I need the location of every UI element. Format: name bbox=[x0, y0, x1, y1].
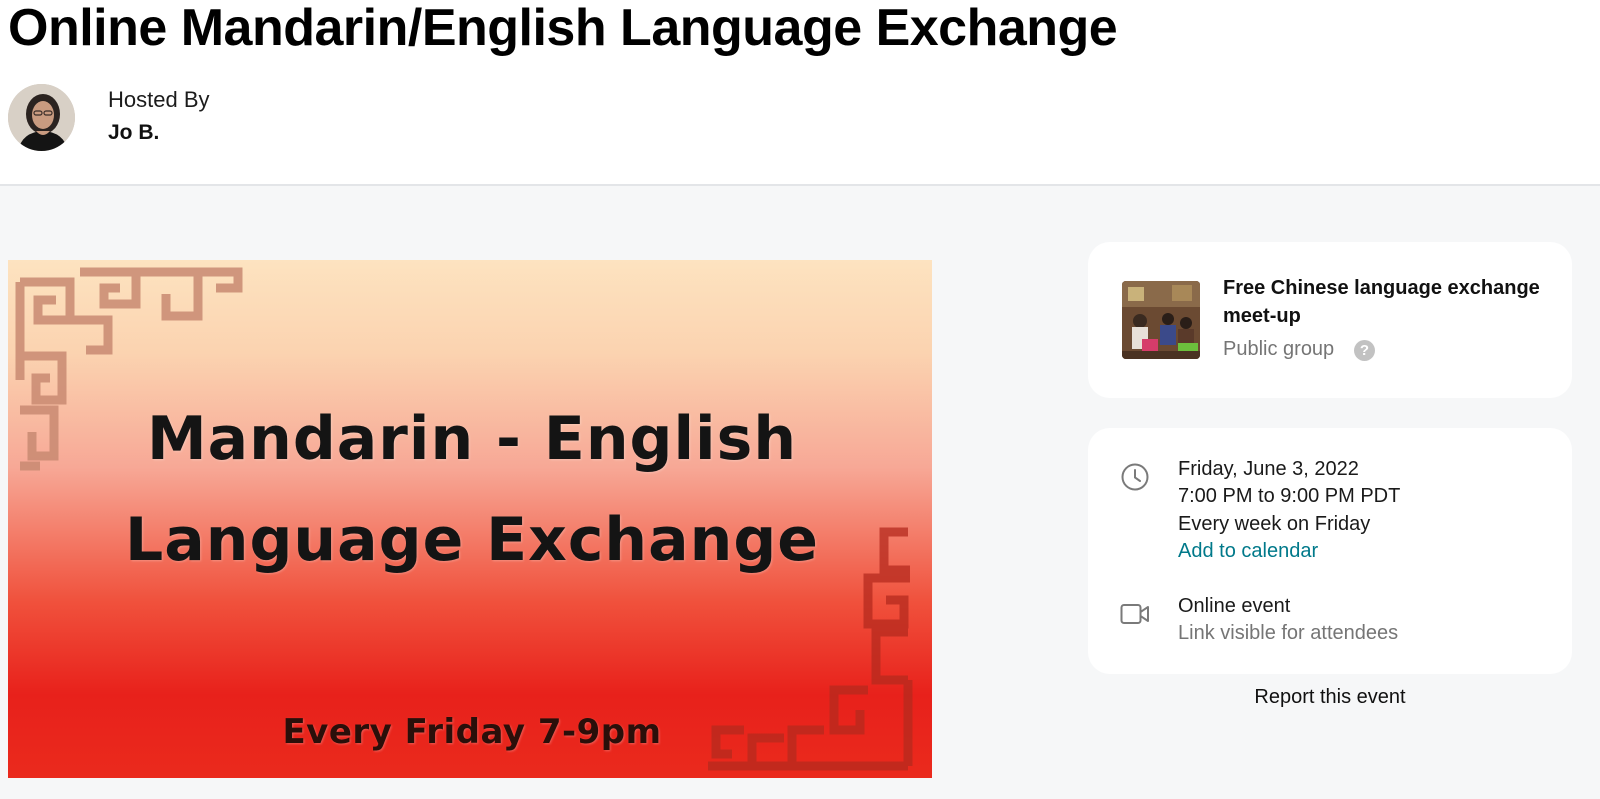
event-location-note: Link visible for attendees bbox=[1178, 622, 1399, 644]
clock-icon bbox=[1121, 463, 1149, 491]
group-thumbnail[interactable] bbox=[1122, 281, 1200, 359]
event-date: Friday, June 3, 2022 bbox=[1178, 458, 1359, 480]
add-to-calendar-link[interactable]: Add to calendar bbox=[1178, 540, 1318, 563]
host-photo bbox=[8, 84, 75, 151]
event-header: Online Mandarin/English Language Exchang… bbox=[0, 0, 1600, 186]
group-photo bbox=[1122, 281, 1200, 359]
banner-headline-line1: Mandarin - English bbox=[146, 404, 798, 474]
question-circle-icon[interactable]: ? bbox=[1354, 340, 1375, 361]
host-avatar[interactable] bbox=[8, 84, 75, 151]
event-body: Mandarin - English Language Exchange Eve… bbox=[0, 186, 1600, 799]
banner-schedule-text: Every Friday 7-9pm bbox=[282, 712, 662, 752]
event-details-card: Friday, June 3, 2022 7:00 PM to 9:00 PM … bbox=[1088, 428, 1572, 674]
banner-headline-line2: Language Exchange bbox=[125, 505, 819, 575]
host-name[interactable]: Jo B. bbox=[108, 121, 159, 145]
event-recurrence: Every week on Friday bbox=[1178, 513, 1371, 535]
event-location-type: Online event bbox=[1178, 595, 1291, 617]
video-camera-icon bbox=[1120, 604, 1149, 624]
group-card[interactable]: Free Chinese language exchange meet-up P… bbox=[1088, 242, 1572, 398]
event-title: Online Mandarin/English Language Exchang… bbox=[8, 0, 1118, 57]
hosted-by-label: Hosted By bbox=[108, 87, 210, 112]
event-time: 7:00 PM to 9:00 PM PDT bbox=[1178, 485, 1401, 507]
report-event-link[interactable]: Report this event bbox=[1088, 686, 1572, 709]
group-privacy-label: Public group bbox=[1223, 338, 1335, 360]
event-banner-image: Mandarin - English Language Exchange Eve… bbox=[8, 260, 932, 778]
group-name[interactable]: Free Chinese language exchange meet-up bbox=[1223, 274, 1553, 330]
